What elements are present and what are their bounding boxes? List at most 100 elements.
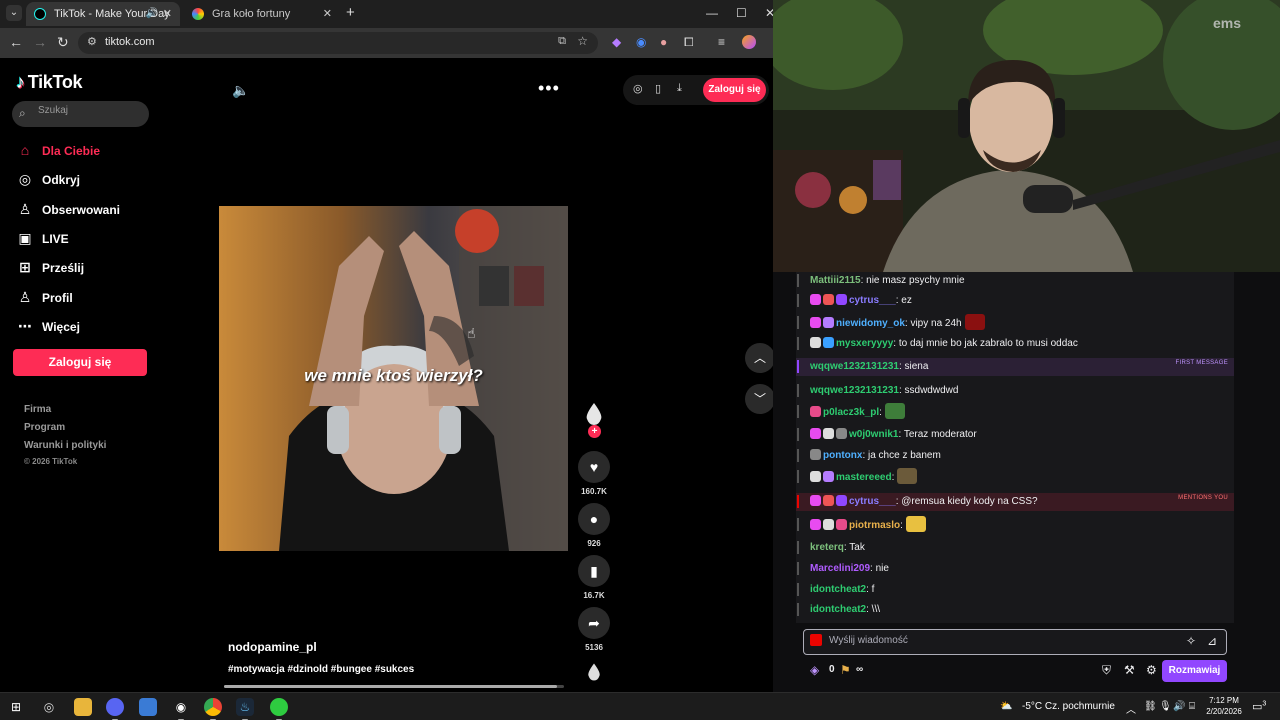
more-options-icon[interactable]: ••• bbox=[538, 78, 560, 99]
chat-badge-icon[interactable] bbox=[810, 428, 821, 439]
login-button[interactable]: Zaloguj się bbox=[13, 349, 147, 376]
extension-icon[interactable]: ● bbox=[660, 35, 667, 49]
system-clock[interactable]: 7:12 PM 2/20/2026 bbox=[1204, 695, 1244, 717]
follow-plus-icon[interactable]: + bbox=[588, 425, 601, 438]
tab-search-button[interactable]: ⌄ bbox=[6, 5, 22, 21]
chat-send-button[interactable]: Rozmawiaj bbox=[1162, 660, 1227, 682]
chat-badge-icon[interactable] bbox=[836, 294, 847, 305]
tiktok-logo[interactable]: ♪ TikTok bbox=[16, 72, 83, 93]
calendar-app-icon[interactable] bbox=[139, 698, 157, 716]
creator-avatar-icon[interactable] bbox=[585, 403, 603, 425]
chat-badge-icon[interactable] bbox=[823, 471, 834, 482]
chat-badge-icon[interactable] bbox=[823, 317, 834, 328]
nav-live[interactable]: ▣ LIVE bbox=[16, 230, 68, 252]
tab-audio-icon[interactable]: 🔊 bbox=[146, 2, 158, 26]
chat-message[interactable]: p0lacz3k_pl: bbox=[796, 403, 1234, 421]
mod-tools-icon[interactable]: ⚒ bbox=[1124, 663, 1135, 677]
minimize-icon[interactable]: — bbox=[706, 6, 718, 20]
video-player[interactable]: we mnie ktoś wierzył? bbox=[219, 206, 568, 551]
next-video-button[interactable]: ﹀ bbox=[745, 384, 773, 414]
tray-chevron-icon[interactable]: ︿ bbox=[1126, 701, 1136, 716]
chat-username[interactable]: cytrus___ bbox=[849, 496, 896, 507]
chat-message[interactable]: kreterq: Tak bbox=[796, 539, 1234, 557]
network-icon[interactable]: ⌸ bbox=[1189, 701, 1195, 712]
chat-badge-icon[interactable] bbox=[810, 471, 821, 482]
tab-tiktok[interactable]: TikTok - Make Your Day 🔊 ✕ bbox=[26, 2, 180, 26]
emote-picker-icon[interactable]: ✧ bbox=[1186, 634, 1196, 648]
search-input[interactable] bbox=[38, 105, 138, 116]
chat-username[interactable]: idontcheat2 bbox=[810, 584, 866, 595]
xbox-app-icon[interactable] bbox=[270, 698, 288, 720]
bits-icon[interactable]: ⚑ bbox=[840, 663, 851, 677]
download-icon[interactable]: ⤓ bbox=[677, 82, 682, 95]
shield-icon[interactable]: ⛨ bbox=[1102, 663, 1111, 678]
save-button[interactable]: ▮ bbox=[578, 555, 610, 587]
address-bar[interactable]: ⚙ tiktok.com ⧉ ☆ bbox=[78, 32, 598, 54]
nav-following[interactable]: ♙ Obserwowani bbox=[16, 201, 120, 223]
chat-emote-icon[interactable] bbox=[964, 314, 985, 330]
chat-badge-icon[interactable] bbox=[810, 495, 821, 506]
microphone-icon[interactable]: 🎙 bbox=[1159, 701, 1172, 712]
top-login-button[interactable]: Zaloguj się bbox=[703, 78, 766, 102]
reading-list-icon[interactable]: ≡ bbox=[718, 35, 725, 49]
windows-start-icon[interactable]: ⊞ bbox=[7, 698, 25, 716]
weather-icon[interactable]: ⛅ bbox=[1000, 701, 1012, 712]
reload-icon[interactable]: ↻ bbox=[57, 34, 69, 51]
chat-emote-icon[interactable] bbox=[897, 468, 918, 484]
back-arrow-icon[interactable]: ← bbox=[9, 34, 23, 50]
chat-input[interactable] bbox=[829, 635, 1159, 646]
chat-username[interactable]: Mattiii2115 bbox=[810, 275, 861, 286]
chat-message-first[interactable]: wqqwe1232131231: siena FIRST MESSAGE bbox=[796, 358, 1234, 376]
phone-app-icon[interactable]: ▯ bbox=[655, 82, 661, 95]
tab-close-icon[interactable]: ✕ bbox=[323, 2, 332, 26]
new-tab-button[interactable]: + bbox=[346, 5, 355, 21]
chat-username[interactable]: w0j0wnik1 bbox=[849, 429, 898, 440]
7tv-icon[interactable]: ⊿ bbox=[1207, 634, 1217, 648]
previous-video-button[interactable]: ︿ bbox=[745, 343, 773, 373]
chat-badge-icon[interactable] bbox=[823, 294, 834, 305]
chrome-icon[interactable] bbox=[204, 698, 222, 720]
chat-badge-icon[interactable] bbox=[836, 495, 847, 506]
install-app-icon[interactable]: ⧉ bbox=[558, 35, 566, 48]
chat-badge-icon[interactable] bbox=[823, 495, 834, 506]
like-button[interactable]: ♥ bbox=[578, 451, 610, 483]
profile-avatar[interactable] bbox=[742, 35, 756, 49]
chat-message[interactable]: niewidomy_ok: vipy na 24h bbox=[796, 314, 1234, 332]
chat-username[interactable]: kreterq bbox=[810, 542, 844, 553]
chat-badge-icon[interactable] bbox=[810, 406, 821, 417]
chat-message[interactable]: piotrmaslo: bbox=[796, 516, 1234, 534]
discover-icon[interactable]: ◎ bbox=[633, 82, 643, 95]
video-hashtags[interactable]: #motywacja #dzinold #bungee #sukces bbox=[228, 664, 414, 675]
obs-icon[interactable]: ◎ bbox=[40, 698, 58, 716]
chat-username[interactable]: Marcelini209 bbox=[810, 563, 870, 574]
chat-username[interactable]: wqqwe1232131231 bbox=[810, 385, 899, 396]
file-explorer-icon[interactable] bbox=[74, 698, 92, 716]
chat-username[interactable]: wqqwe1232131231 bbox=[810, 361, 899, 372]
maximize-icon[interactable]: ☐ bbox=[736, 6, 747, 20]
video-author[interactable]: nodopamine_pl bbox=[228, 640, 317, 654]
settings-gear-icon[interactable]: ⚙ bbox=[1146, 663, 1157, 677]
chat-message[interactable]: cytrus___: ez bbox=[796, 292, 1234, 310]
search-box[interactable]: ⌕ bbox=[12, 101, 149, 127]
chat-username[interactable]: mysxeryyyy bbox=[836, 338, 893, 349]
obs-studio-icon[interactable]: ◉ bbox=[172, 698, 190, 720]
chat-message[interactable]: w0j0wnik1: Teraz moderator bbox=[796, 426, 1234, 444]
site-info-icon[interactable]: ⚙ bbox=[87, 35, 97, 48]
extension-icon[interactable]: ◉ bbox=[636, 35, 646, 49]
nav-upload[interactable]: ⊞ Prześlij bbox=[16, 259, 84, 281]
volume-tray-icon[interactable]: 🔊 bbox=[1173, 701, 1185, 712]
chat-badge-icon[interactable] bbox=[836, 428, 847, 439]
chat-message[interactable]: wqqwe1232131231: ssdwdwdwd bbox=[796, 382, 1234, 400]
chat-message[interactable]: idontcheat2: f bbox=[796, 581, 1234, 599]
discord-icon[interactable] bbox=[106, 698, 124, 720]
volume-icon[interactable]: 🔈 bbox=[232, 82, 249, 99]
chat-username[interactable]: niewidomy_ok bbox=[836, 318, 905, 329]
channel-points-icon[interactable]: ◈ bbox=[810, 663, 819, 677]
footer-program-link[interactable]: Program bbox=[24, 422, 65, 433]
footer-terms-link[interactable]: Warunki i polityki bbox=[24, 440, 106, 451]
tray-app-icon[interactable]: ⛓ bbox=[1144, 701, 1157, 712]
chat-username[interactable]: idontcheat2 bbox=[810, 604, 866, 615]
chat-badge-icon[interactable] bbox=[810, 317, 821, 328]
chat-badge-icon[interactable] bbox=[810, 519, 821, 530]
chat-message[interactable]: pontonx: ja chce z banem bbox=[796, 447, 1234, 465]
